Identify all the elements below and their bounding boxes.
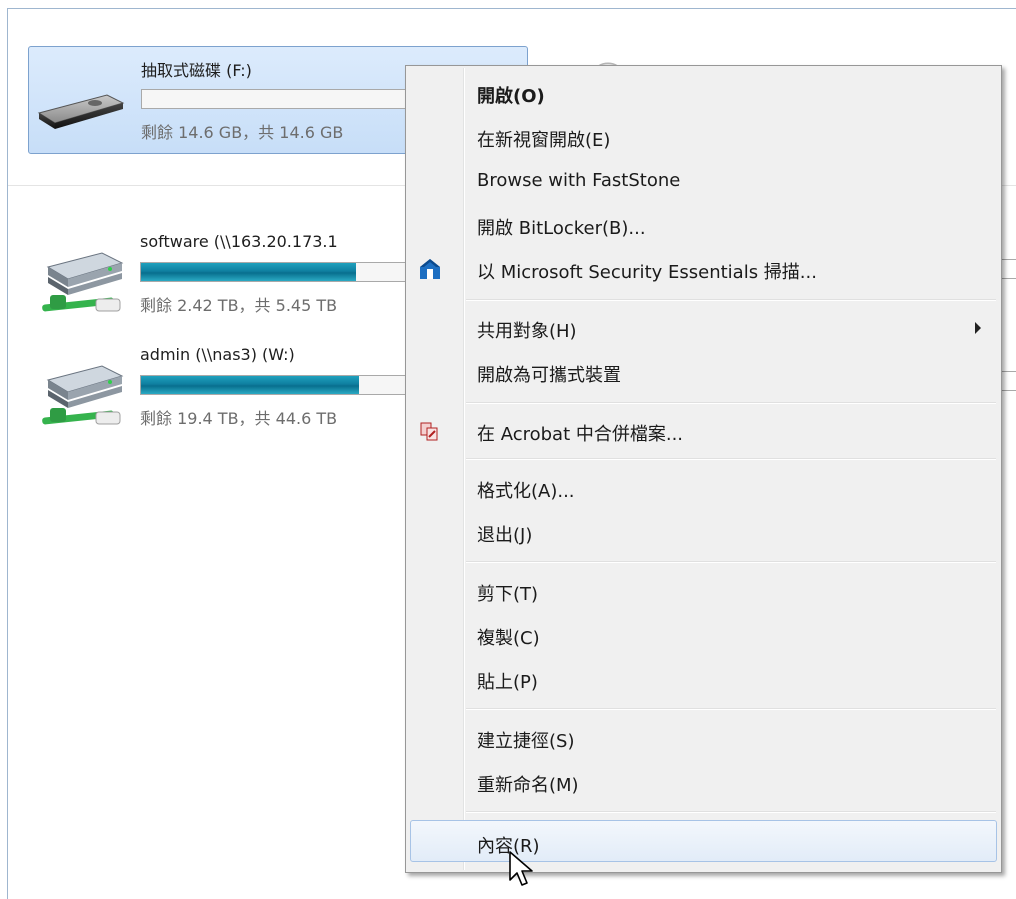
menu-item-label: 建立捷徑(S) (477, 731, 575, 752)
mouse-cursor-icon (509, 851, 533, 886)
menu-item-label: 開啟為可攜式裝置 (477, 365, 621, 386)
network-drive-icon (42, 252, 124, 312)
menu-item-eject[interactable]: 退出(J) (408, 510, 999, 552)
submenu-arrow-icon (975, 322, 981, 334)
drive-name: 抽取式磁碟 (F:) (141, 61, 252, 80)
menu-item-browse-faststone[interactable]: Browse with FastStone (408, 159, 999, 201)
context-menu: 開啟(O) 在新視窗開啟(E) Browse with FastStone 開啟… (405, 65, 1002, 873)
drive-name: admin (\\nas3) (W:) (140, 345, 295, 364)
menu-item-bitlocker[interactable]: 開啟 BitLocker(B)... (408, 203, 999, 245)
menu-item-label: 在新視窗開啟(E) (477, 130, 611, 151)
menu-item-label: 共用對象(H) (477, 321, 577, 342)
menu-separator (466, 708, 996, 710)
menu-item-label: 開啟 BitLocker(B)... (477, 218, 646, 239)
menu-item-label: Browse with FastStone (477, 170, 681, 191)
menu-item-label: 開啟(O) (477, 86, 545, 107)
menu-item-label: 在 Acrobat 中合併檔案... (477, 424, 684, 445)
mse-shield-icon (420, 259, 440, 279)
drive-name: software (\\163.20.173.1 (140, 232, 338, 251)
menu-item-label: 剪下(T) (477, 584, 539, 605)
menu-item-open[interactable]: 開啟(O) (408, 71, 999, 113)
menu-separator (466, 561, 996, 563)
menu-item-label: 格式化(A)... (477, 481, 575, 502)
acrobat-combine-icon (420, 422, 438, 441)
drive-usage-fill (141, 376, 360, 394)
menu-item-properties[interactable]: 內容(R) (410, 820, 997, 862)
menu-item-copy[interactable]: 複製(C) (408, 613, 999, 655)
network-drive-icon (42, 365, 124, 425)
usb-drive-icon (37, 94, 125, 129)
drive-free-space: 剩餘 19.4 TB，共 44.6 TB (140, 409, 338, 428)
menu-item-cut[interactable]: 剪下(T) (408, 569, 999, 611)
menu-separator (466, 299, 996, 301)
menu-item-label: 複製(C) (477, 628, 540, 649)
menu-item-paste[interactable]: 貼上(P) (408, 657, 999, 699)
menu-item-mse-scan[interactable]: 以 Microsoft Security Essentials 掃描... (408, 247, 999, 289)
menu-item-label: 退出(J) (477, 525, 533, 546)
drive-usage-bar (141, 89, 431, 109)
menu-item-create-shortcut[interactable]: 建立捷徑(S) (408, 716, 999, 758)
drive-usage-fill (141, 263, 356, 281)
menu-item-label: 重新命名(M) (477, 775, 579, 796)
menu-item-share-with[interactable]: 共用對象(H) (408, 306, 999, 348)
menu-item-acrobat-combine[interactable]: 在 Acrobat 中合併檔案... (408, 409, 999, 451)
menu-item-rename[interactable]: 重新命名(M) (408, 760, 999, 802)
menu-item-open-portable[interactable]: 開啟為可攜式裝置 (408, 350, 999, 392)
drive-free-space: 剩餘 14.6 GB，共 14.6 GB (141, 123, 344, 142)
menu-separator (466, 811, 996, 813)
menu-separator (466, 458, 996, 460)
menu-item-open-new-window[interactable]: 在新視窗開啟(E) (408, 115, 999, 157)
menu-item-label: 貼上(P) (477, 672, 538, 693)
menu-item-format[interactable]: 格式化(A)... (408, 466, 999, 508)
menu-separator (466, 402, 996, 404)
menu-item-label: 以 Microsoft Security Essentials 掃描... (477, 262, 817, 283)
drive-free-space: 剩餘 2.42 TB，共 5.45 TB (140, 296, 338, 315)
